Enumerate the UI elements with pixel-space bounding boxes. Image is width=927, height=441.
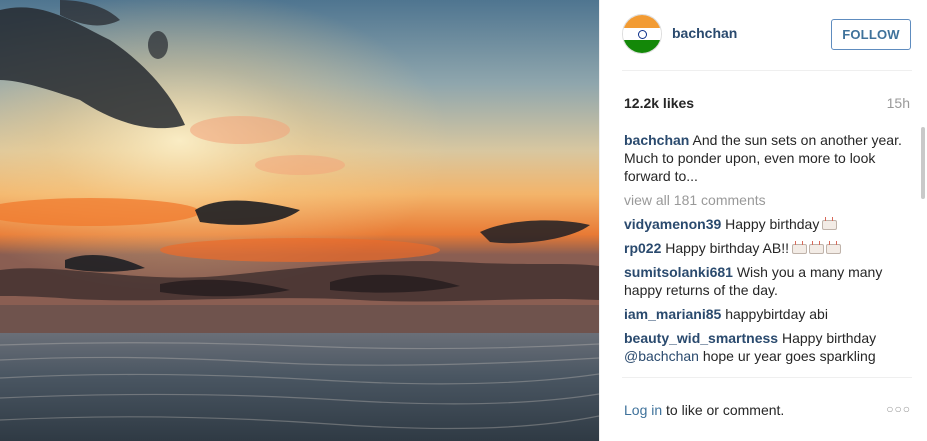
list-item: vidyamenon39 Happy birthday: [624, 215, 908, 233]
comment-user-link[interactable]: beauty_wid_smartness: [624, 330, 778, 346]
login-link[interactable]: Log in: [624, 402, 662, 418]
comment-user-link[interactable]: sumitsolanki681: [624, 264, 733, 280]
list-item: rp022 Happy birthday AB!!: [624, 239, 908, 257]
post-details-panel: bachchan FOLLOW 12.2k likes 15h bachchan…: [599, 0, 927, 441]
flag-saffron-band: [623, 15, 661, 28]
divider: [622, 70, 912, 71]
comment-user-link[interactable]: iam_mariani85: [624, 306, 721, 322]
post-time[interactable]: 15h: [887, 95, 910, 111]
caption: bachchan And the sun sets on another yea…: [624, 131, 908, 185]
login-prompt-text: to like or comment.: [666, 402, 785, 418]
comments-scrollbar[interactable]: [921, 127, 925, 199]
comment-text: Happy birthday: [725, 216, 820, 232]
mention-link[interactable]: @bachchan: [624, 348, 699, 364]
comment-text: happybirtday abi: [725, 306, 828, 322]
list-item: iam_mariani85 happybirtday abi: [624, 305, 908, 323]
more-options-icon[interactable]: ○○○: [886, 402, 911, 416]
post-header: bachchan FOLLOW: [600, 0, 927, 70]
post-photo[interactable]: [0, 0, 599, 441]
list-item: sumitsolanki681 Wish you a many many hap…: [624, 263, 908, 299]
list-item: beauty_wid_smartness Happy birthday @bac…: [624, 329, 908, 365]
sunset-image: [0, 0, 599, 441]
comment-text-continued: hope ur year goes sparkling: [702, 348, 876, 364]
birthday-cake-icon: [808, 241, 824, 255]
likes-count[interactable]: 12.2k likes: [624, 95, 694, 111]
login-prompt: Log in to like or comment.: [624, 402, 784, 418]
comment-user-link[interactable]: vidyamenon39: [624, 216, 721, 232]
caption-user-link[interactable]: bachchan: [624, 132, 689, 148]
avatar[interactable]: [622, 14, 662, 54]
comments-list[interactable]: bachchan And the sun sets on another yea…: [624, 131, 908, 377]
birthday-cake-icon: [825, 241, 841, 255]
comment-text: Happy birthday AB!!: [665, 240, 789, 256]
birthday-cake-icon: [791, 241, 807, 255]
comment-user-link[interactable]: rp022: [624, 240, 661, 256]
chakra-icon: [638, 30, 647, 39]
username-link[interactable]: bachchan: [672, 25, 737, 41]
follow-button[interactable]: FOLLOW: [831, 19, 911, 50]
view-all-comments-link[interactable]: view all 181 comments: [624, 191, 908, 209]
flag-green-band: [623, 40, 661, 53]
comment-text: Happy birthday: [781, 330, 877, 346]
divider: [622, 377, 912, 378]
birthday-cake-icon: [821, 217, 838, 231]
